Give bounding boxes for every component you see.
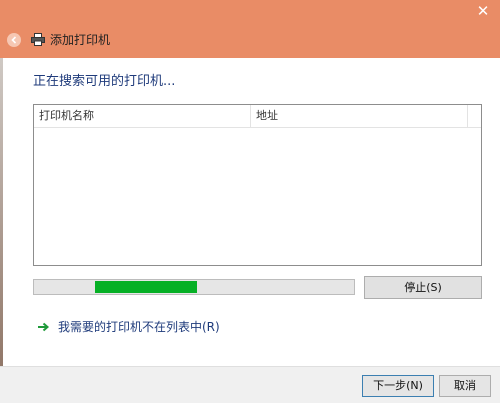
progress-indicator xyxy=(95,281,197,293)
back-button[interactable] xyxy=(7,33,21,47)
window-title: 添加打印机 xyxy=(50,33,111,47)
printer-not-listed-label: 我需要的打印机不在列表中(R) xyxy=(58,320,220,334)
green-arrow-icon xyxy=(38,322,50,332)
printer-not-listed-link[interactable]: 我需要的打印机不在列表中(R) xyxy=(38,318,220,336)
column-header-address[interactable]: 地址 xyxy=(251,105,468,127)
list-header: 打印机名称 地址 xyxy=(34,105,481,128)
back-arrow-icon xyxy=(11,36,17,44)
column-header-printer-name[interactable]: 打印机名称 xyxy=(34,105,251,127)
stop-button[interactable]: 停止(S) xyxy=(364,276,482,299)
printer-icon xyxy=(31,33,45,46)
title-bar: ✕ 添加打印机 xyxy=(0,0,500,58)
close-button[interactable]: ✕ xyxy=(466,0,500,22)
searching-status-text: 正在搜索可用的打印机... xyxy=(33,74,176,89)
search-progress-bar xyxy=(33,279,355,295)
window-left-edge xyxy=(0,58,3,402)
cancel-button[interactable]: 取消 xyxy=(439,375,491,397)
next-button[interactable]: 下一步(N) xyxy=(362,375,434,397)
printer-list[interactable]: 打印机名称 地址 xyxy=(33,104,482,266)
